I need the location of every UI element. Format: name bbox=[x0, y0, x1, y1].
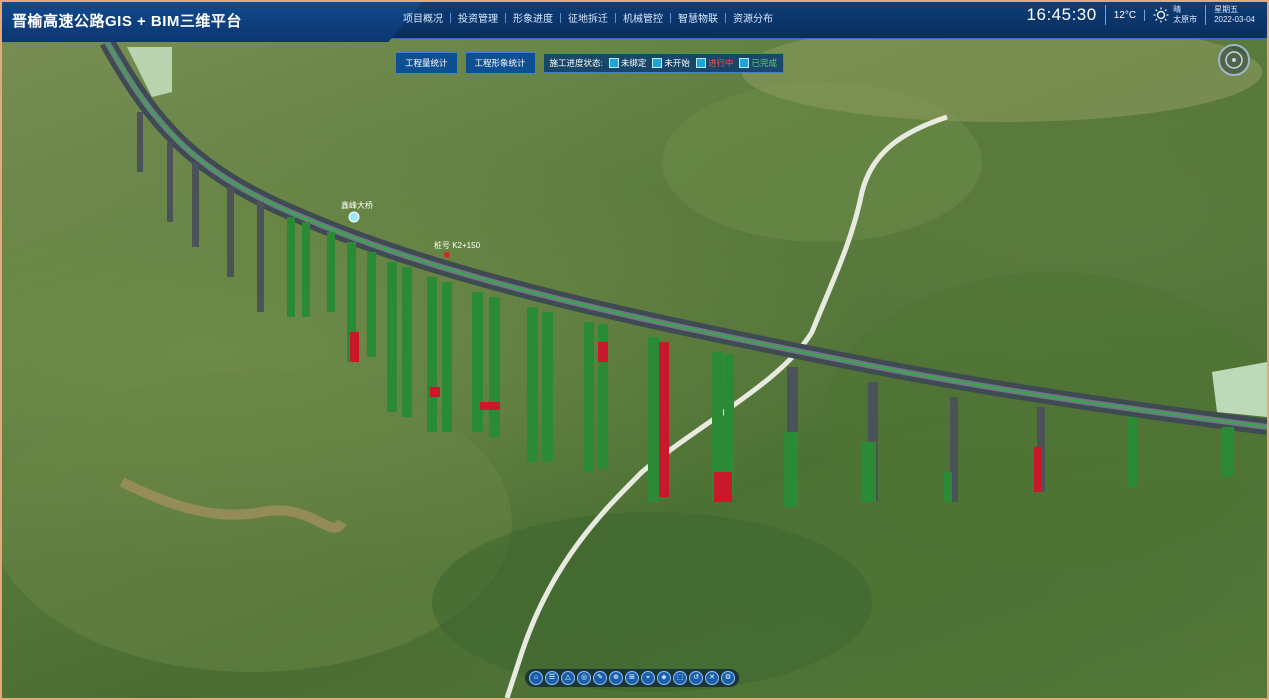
tool-target-button[interactable]: ⌖ bbox=[641, 671, 655, 685]
tool-measure-button[interactable]: ◈ bbox=[657, 671, 671, 685]
nav-land-acquisition[interactable]: 征地拆迁 bbox=[561, 10, 615, 25]
tool-settings-button[interactable]: ⚙ bbox=[721, 671, 735, 685]
tool-reset-button[interactable]: ↺ bbox=[689, 671, 703, 685]
navigation-control-icon bbox=[1225, 51, 1243, 69]
tool-grid-button[interactable]: ⊞ bbox=[625, 671, 639, 685]
clock: 16:45:30 bbox=[1027, 5, 1106, 25]
nav-investment[interactable]: 投资管理 bbox=[451, 10, 505, 25]
date-block: 星期五 2022-03-04 bbox=[1206, 5, 1255, 25]
scene-toolbar: 工程量统计 工程形象统计 施工进度状态: 未绑定 未开始 进行中 已完成 bbox=[395, 52, 784, 74]
app-title: 晋榆高速公路GIS + BIM三维平台 bbox=[12, 13, 242, 30]
nav-resources[interactable]: 资源分布 bbox=[726, 10, 780, 25]
temperature: 12°C bbox=[1106, 9, 1146, 21]
nav-project-overview[interactable]: 项目概况 bbox=[396, 10, 450, 25]
map-3d-viewport[interactable]: 鑫峰大桥 桩号 K2+150 bbox=[2, 2, 1267, 698]
nav-divider bbox=[505, 12, 506, 23]
weather-widget: 晴 太原市 bbox=[1145, 5, 1207, 25]
progress-legend: 施工进度状态: 未绑定 未开始 进行中 已完成 bbox=[542, 53, 784, 73]
nav-progress[interactable]: 形象进度 bbox=[506, 10, 560, 25]
status-area: 16:45:30 12°C 晴 太原市 星期五 2022-03-04 bbox=[1027, 5, 1255, 25]
legend-completed[interactable]: 已完成 bbox=[739, 57, 777, 69]
date: 2022-03-04 bbox=[1214, 15, 1255, 24]
tool-zoom-button[interactable]: ⊕ bbox=[609, 671, 623, 685]
tool-locate-button[interactable]: ◎ bbox=[577, 671, 591, 685]
nav-divider bbox=[725, 12, 726, 23]
checkbox-icon[interactable] bbox=[608, 58, 619, 68]
tool-clear-button[interactable]: ✕ bbox=[705, 671, 719, 685]
tool-select-button[interactable]: ⬚ bbox=[673, 671, 687, 685]
nav-divider bbox=[670, 12, 671, 23]
top-header-bar: 晋榆高速公路GIS + BIM三维平台 项目概况 投资管理 形象进度 征地拆迁 … bbox=[2, 2, 1267, 42]
poi-label[interactable]: 鑫峰大桥 bbox=[341, 200, 373, 211]
checkbox-icon[interactable] bbox=[652, 58, 663, 68]
compass-icon[interactable] bbox=[1218, 44, 1250, 76]
bottom-toolbar: ⌂ ☰ △ ◎ ✎ ⊕ ⊞ ⌖ ◈ ⬚ ↺ ✕ ⚙ bbox=[525, 669, 739, 687]
progress-stats-button[interactable]: 工程形象统计 bbox=[464, 52, 536, 74]
legend-not-started[interactable]: 未开始 bbox=[652, 57, 690, 69]
tool-home-button[interactable]: ⌂ bbox=[529, 671, 543, 685]
tool-layers-button[interactable]: ☰ bbox=[545, 671, 559, 685]
bridge-scene bbox=[2, 22, 1267, 698]
weekday: 星期五 bbox=[1214, 5, 1239, 14]
weather-condition: 晴 bbox=[1173, 5, 1182, 14]
main-nav: 项目概况 投资管理 形象进度 征地拆迁 机械管控 智慧物联 资源分布 bbox=[396, 10, 780, 25]
legend-in-progress[interactable]: 进行中 bbox=[695, 57, 733, 69]
nav-divider bbox=[450, 12, 451, 23]
weather-city: 太原市 bbox=[1173, 15, 1198, 24]
nav-divider bbox=[615, 12, 616, 23]
app-frame: 鑫峰大桥 桩号 K2+150 晋榆高速公路GIS + BIM三维平台 项目概况 … bbox=[0, 0, 1269, 700]
checkbox-icon[interactable] bbox=[739, 58, 750, 68]
tool-draw-button[interactable]: ✎ bbox=[593, 671, 607, 685]
nav-divider bbox=[560, 12, 561, 23]
legend-title: 施工进度状态: bbox=[549, 58, 603, 68]
quantity-stats-button[interactable]: 工程量统计 bbox=[395, 52, 458, 74]
legend-unbound[interactable]: 未绑定 bbox=[608, 57, 646, 69]
weather-text: 晴 太原市 bbox=[1173, 5, 1197, 25]
station-marker-label[interactable]: 桩号 K2+150 bbox=[434, 240, 480, 251]
nav-iot[interactable]: 智慧物联 bbox=[671, 10, 725, 25]
checkbox-icon[interactable] bbox=[695, 58, 706, 68]
nav-machinery[interactable]: 机械管控 bbox=[616, 10, 670, 25]
sun-icon bbox=[1153, 7, 1169, 23]
tool-area-button[interactable]: △ bbox=[561, 671, 575, 685]
